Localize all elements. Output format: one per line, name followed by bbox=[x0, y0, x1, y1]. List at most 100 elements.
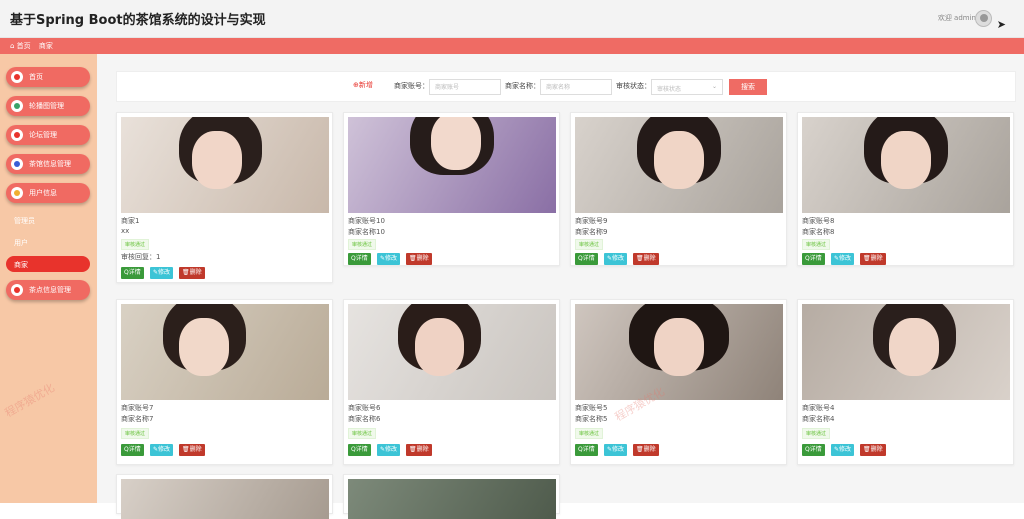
merchant-card: 商家账号5 商家名称5 审核通过 Q详情 ✎修改 🗑删除 bbox=[570, 299, 787, 465]
merchant-card: 商家账号6 商家名称6 审核通过 Q详情 ✎修改 🗑删除 bbox=[343, 299, 560, 465]
merchant-name: 商家名称6 bbox=[348, 415, 381, 423]
sidebar-subitem-merchant[interactable]: 商家 bbox=[6, 256, 90, 272]
image-icon bbox=[11, 100, 23, 112]
sidebar-item-teahouse[interactable]: 茶馆信息管理 bbox=[6, 154, 90, 174]
status-badge: 审核通过 bbox=[575, 428, 604, 439]
status-badge: 审核通过 bbox=[575, 239, 604, 250]
detail-button[interactable]: Q详情 bbox=[575, 253, 598, 265]
merchant-photo[interactable] bbox=[348, 479, 556, 519]
top-header: 基于Spring Boot的茶馆系统的设计与实现 欢迎 admin ➤ bbox=[0, 0, 1024, 38]
account-label: 商家账号： bbox=[394, 82, 429, 90]
merchant-account: 商家1 bbox=[121, 217, 140, 225]
status-label: 审核状态： bbox=[616, 82, 651, 90]
delete-button[interactable]: 🗑删除 bbox=[179, 444, 205, 456]
detail-button[interactable]: Q详情 bbox=[802, 444, 825, 456]
sidebar-item-users[interactable]: 用户信息 bbox=[6, 183, 90, 203]
name-label: 商家名称： bbox=[505, 82, 540, 90]
edit-button[interactable]: ✎修改 bbox=[377, 253, 401, 265]
merchant-name: xx bbox=[121, 227, 130, 235]
sidebar-item-label: 轮播图管理 bbox=[29, 102, 64, 110]
merchant-name: 商家名称10 bbox=[348, 228, 385, 236]
home-icon bbox=[11, 71, 23, 83]
app-title: 基于Spring Boot的茶馆系统的设计与实现 bbox=[10, 13, 266, 28]
merchant-card: 商家账号4 商家名称4 审核通过 Q详情 ✎修改 🗑删除 bbox=[797, 299, 1014, 465]
status-select-value: 审核状态 bbox=[657, 86, 682, 93]
merchant-name: 商家名称8 bbox=[802, 228, 835, 236]
breadcrumb-home[interactable]: ⌂ 首页 bbox=[10, 42, 31, 50]
account-input[interactable] bbox=[429, 79, 501, 95]
merchant-card: 商家账号9 商家名称9 审核通过 Q详情 ✎修改 🗑删除 bbox=[570, 112, 787, 266]
chevron-down-icon: ⌄ bbox=[711, 83, 717, 90]
merchant-card: 商家账号7 商家名称7 审核通过 Q详情 ✎修改 🗑删除 bbox=[116, 299, 333, 465]
status-badge: 审核通过 bbox=[802, 428, 831, 439]
merchant-card: 商家账号8 商家名称8 审核通过 Q详情 ✎修改 🗑删除 bbox=[797, 112, 1014, 266]
merchant-photo[interactable] bbox=[348, 117, 556, 213]
merchant-account: 商家账号5 bbox=[575, 404, 608, 412]
merchant-account: 商家账号7 bbox=[121, 404, 154, 412]
sidebar-item-label: 首页 bbox=[29, 73, 43, 81]
info-icon bbox=[11, 158, 23, 170]
detail-button[interactable]: Q详情 bbox=[348, 444, 371, 456]
status-badge: 审核通过 bbox=[348, 239, 377, 250]
status-badge: 审核通过 bbox=[121, 239, 150, 250]
delete-button[interactable]: 🗑删除 bbox=[633, 444, 659, 456]
sidebar-item-snacks[interactable]: 茶点信息管理 bbox=[6, 280, 90, 300]
status-badge: 审核通过 bbox=[802, 239, 831, 250]
welcome-text: 欢迎 admin bbox=[937, 14, 976, 22]
mouse-cursor-icon: ➤ bbox=[996, 18, 1006, 31]
merchant-account: 商家账号9 bbox=[575, 217, 608, 225]
sidebar-subitem-admin[interactable]: 管理员 bbox=[14, 216, 35, 226]
sidebar-item-forum[interactable]: 论坛管理 bbox=[6, 125, 90, 145]
merchant-photo[interactable] bbox=[575, 117, 783, 213]
sidebar-item-home[interactable]: 首页 bbox=[6, 67, 90, 87]
detail-button[interactable]: Q详情 bbox=[121, 267, 144, 279]
merchant-photo[interactable] bbox=[121, 117, 329, 213]
merchant-account: 商家账号6 bbox=[348, 404, 381, 412]
edit-button[interactable]: ✎修改 bbox=[604, 444, 628, 456]
merchant-photo[interactable] bbox=[348, 304, 556, 400]
search-button[interactable]: 搜索 bbox=[729, 79, 767, 95]
sidebar-item-label: 茶点信息管理 bbox=[29, 286, 71, 294]
audit-reply: 审核回复：1 bbox=[121, 253, 161, 261]
edit-button[interactable]: ✎修改 bbox=[831, 253, 855, 265]
name-input[interactable] bbox=[540, 79, 612, 95]
merchant-card: 商家1 xx 审核通过 审核回复：1 Q详情 ✎修改 🗑删除 bbox=[116, 112, 333, 283]
sidebar: 首页 轮播图管理 论坛管理 茶馆信息管理 用户信息 管理员 用户 商家 茶点信息… bbox=[0, 54, 97, 503]
sidebar-item-carousel[interactable]: 轮播图管理 bbox=[6, 96, 90, 116]
status-select[interactable]: 审核状态 ⌄ bbox=[651, 79, 723, 95]
delete-button[interactable]: 🗑删除 bbox=[860, 253, 886, 265]
detail-button[interactable]: Q详情 bbox=[802, 253, 825, 265]
delete-button[interactable]: 🗑删除 bbox=[179, 267, 205, 279]
merchant-card: 商家账号10 商家名称10 审核通过 Q详情 ✎修改 🗑删除 bbox=[343, 112, 560, 266]
merchant-account: 商家账号4 bbox=[802, 404, 835, 412]
breadcrumb: ⌂ 首页 商家 bbox=[0, 38, 1024, 54]
detail-button[interactable]: Q详情 bbox=[121, 444, 144, 456]
delete-button[interactable]: 🗑删除 bbox=[860, 444, 886, 456]
merchant-photo[interactable] bbox=[575, 304, 783, 400]
merchant-card bbox=[116, 474, 333, 519]
edit-button[interactable]: ✎修改 bbox=[377, 444, 401, 456]
status-badge: 审核通过 bbox=[348, 428, 377, 439]
delete-button[interactable]: 🗑删除 bbox=[406, 253, 432, 265]
avatar[interactable] bbox=[975, 10, 992, 27]
merchant-name: 商家名称5 bbox=[575, 415, 608, 423]
edit-button[interactable]: ✎修改 bbox=[604, 253, 628, 265]
detail-button[interactable]: Q详情 bbox=[575, 444, 598, 456]
merchant-name: 商家名称7 bbox=[121, 415, 154, 423]
sidebar-subitem-user[interactable]: 用户 bbox=[14, 238, 28, 248]
edit-button[interactable]: ✎修改 bbox=[150, 444, 174, 456]
edit-button[interactable]: ✎修改 bbox=[831, 444, 855, 456]
merchant-photo[interactable] bbox=[121, 479, 329, 519]
detail-button[interactable]: Q详情 bbox=[348, 253, 371, 265]
merchant-photo[interactable] bbox=[802, 117, 1010, 213]
breadcrumb-current: 商家 bbox=[38, 42, 53, 50]
merchant-photo[interactable] bbox=[121, 304, 329, 400]
merchant-account: 商家账号8 bbox=[802, 217, 835, 225]
add-button[interactable]: ⊕新增 bbox=[353, 80, 373, 90]
delete-button[interactable]: 🗑删除 bbox=[406, 444, 432, 456]
user-icon bbox=[11, 187, 23, 199]
delete-button[interactable]: 🗑删除 bbox=[633, 253, 659, 265]
merchant-account: 商家账号10 bbox=[348, 217, 385, 225]
edit-button[interactable]: ✎修改 bbox=[150, 267, 174, 279]
merchant-photo[interactable] bbox=[802, 304, 1010, 400]
